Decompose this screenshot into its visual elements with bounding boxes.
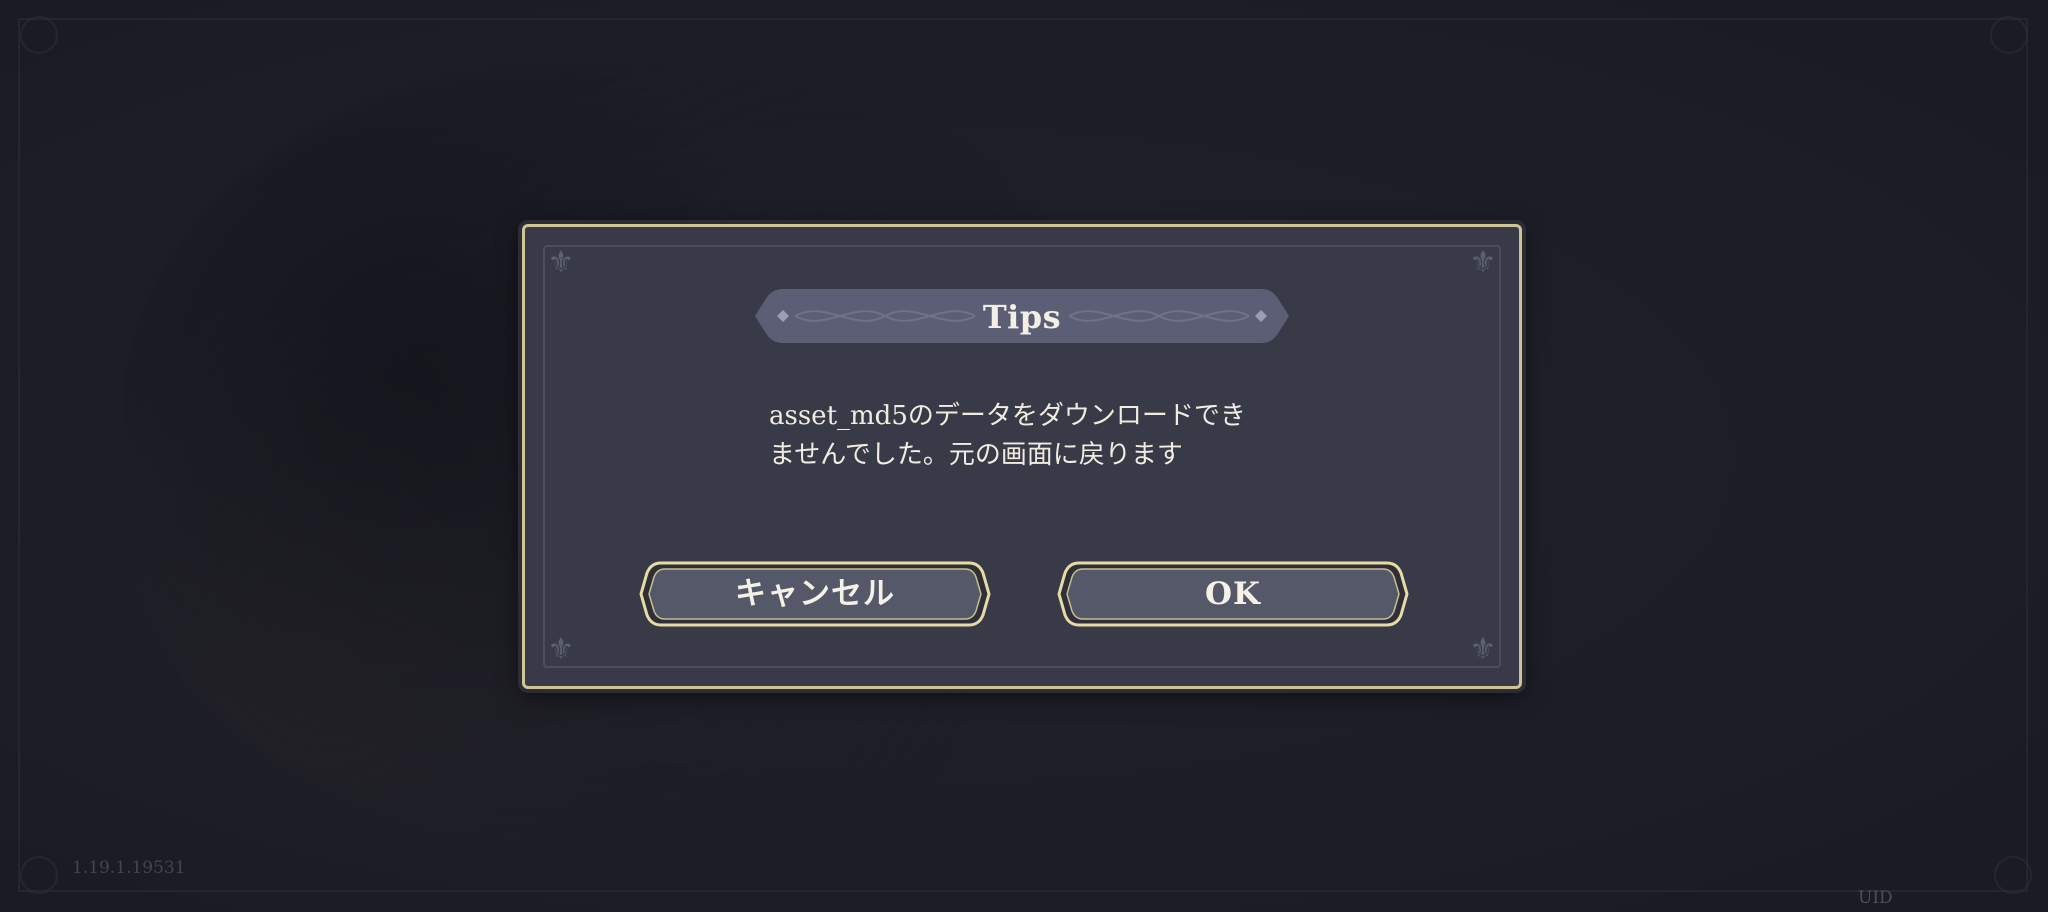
fleur-ornament-icon: ⚜	[547, 632, 575, 667]
message-line-1: asset_md5のデータをダウンロードでき	[769, 401, 1246, 431]
message-line-2: ませんでした。元の画面に戻ります	[769, 440, 1183, 470]
tips-dialog: ⚜ ⚜ ⚜ ⚜ Tips asset_md5のデータをダウンロードでき ませんで…	[522, 224, 1522, 689]
cancel-button-label: キャンセル	[735, 576, 895, 612]
dialog-title-banner: Tips	[755, 289, 1289, 343]
ok-button[interactable]: OK	[1057, 561, 1409, 627]
fleur-ornament-icon: ⚜	[1469, 632, 1497, 667]
game-screen: 1.19.1.19531 UID ⚜ ⚜ ⚜ ⚜ Tips asset_md5の…	[0, 0, 2048, 912]
ok-button-label: OK	[1205, 576, 1261, 612]
dialog-message: asset_md5のデータをダウンロードでき ませんでした。元の画面に戻ります	[769, 397, 1329, 475]
fleur-ornament-icon: ⚜	[1469, 245, 1497, 280]
dialog-title: Tips	[982, 298, 1062, 336]
cancel-button[interactable]: キャンセル	[639, 561, 991, 627]
fleur-ornament-icon: ⚜	[547, 245, 575, 280]
